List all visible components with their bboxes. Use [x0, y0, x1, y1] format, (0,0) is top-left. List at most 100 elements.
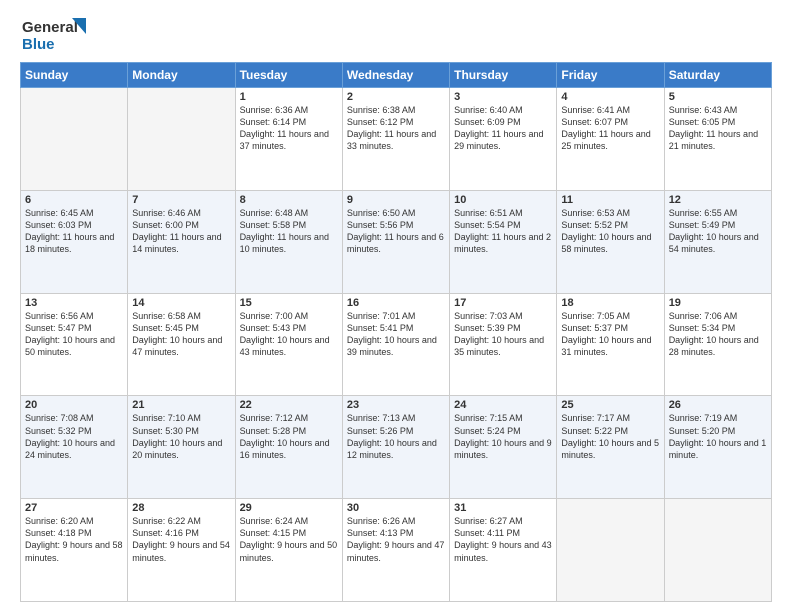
calendar-cell: 27Sunrise: 6:20 AM Sunset: 4:18 PM Dayli… — [21, 499, 128, 602]
calendar-cell — [664, 499, 771, 602]
calendar-cell — [128, 88, 235, 191]
day-number: 9 — [347, 194, 445, 206]
day-header-wednesday: Wednesday — [342, 63, 449, 88]
calendar-cell: 20Sunrise: 7:08 AM Sunset: 5:32 PM Dayli… — [21, 396, 128, 499]
logo-svg: GeneralBlue — [20, 16, 90, 54]
day-number: 27 — [25, 502, 123, 514]
day-content: Sunrise: 6:45 AM Sunset: 6:03 PM Dayligh… — [25, 207, 123, 256]
day-content: Sunrise: 7:15 AM Sunset: 5:24 PM Dayligh… — [454, 412, 552, 461]
svg-text:General: General — [22, 19, 78, 36]
day-number: 3 — [454, 91, 552, 103]
day-content: Sunrise: 7:19 AM Sunset: 5:20 PM Dayligh… — [669, 412, 767, 461]
calendar-cell: 21Sunrise: 7:10 AM Sunset: 5:30 PM Dayli… — [128, 396, 235, 499]
calendar-cell: 11Sunrise: 6:53 AM Sunset: 5:52 PM Dayli… — [557, 190, 664, 293]
calendar-cell: 25Sunrise: 7:17 AM Sunset: 5:22 PM Dayli… — [557, 396, 664, 499]
calendar-cell: 17Sunrise: 7:03 AM Sunset: 5:39 PM Dayli… — [450, 293, 557, 396]
calendar-cell: 15Sunrise: 7:00 AM Sunset: 5:43 PM Dayli… — [235, 293, 342, 396]
day-number: 18 — [561, 297, 659, 309]
day-number: 28 — [132, 502, 230, 514]
header: GeneralBlue — [20, 16, 772, 54]
day-content: Sunrise: 6:22 AM Sunset: 4:16 PM Dayligh… — [132, 515, 230, 564]
calendar-cell: 14Sunrise: 6:58 AM Sunset: 5:45 PM Dayli… — [128, 293, 235, 396]
calendar-cell: 18Sunrise: 7:05 AM Sunset: 5:37 PM Dayli… — [557, 293, 664, 396]
day-number: 29 — [240, 502, 338, 514]
week-row-4: 20Sunrise: 7:08 AM Sunset: 5:32 PM Dayli… — [21, 396, 772, 499]
day-content: Sunrise: 7:17 AM Sunset: 5:22 PM Dayligh… — [561, 412, 659, 461]
day-content: Sunrise: 7:12 AM Sunset: 5:28 PM Dayligh… — [240, 412, 338, 461]
calendar-cell: 28Sunrise: 6:22 AM Sunset: 4:16 PM Dayli… — [128, 499, 235, 602]
week-row-5: 27Sunrise: 6:20 AM Sunset: 4:18 PM Dayli… — [21, 499, 772, 602]
calendar-cell: 31Sunrise: 6:27 AM Sunset: 4:11 PM Dayli… — [450, 499, 557, 602]
day-number: 24 — [454, 399, 552, 411]
day-number: 21 — [132, 399, 230, 411]
week-row-1: 1Sunrise: 6:36 AM Sunset: 6:14 PM Daylig… — [21, 88, 772, 191]
day-number: 16 — [347, 297, 445, 309]
calendar-cell: 3Sunrise: 6:40 AM Sunset: 6:09 PM Daylig… — [450, 88, 557, 191]
day-header-saturday: Saturday — [664, 63, 771, 88]
calendar-cell: 6Sunrise: 6:45 AM Sunset: 6:03 PM Daylig… — [21, 190, 128, 293]
day-header-friday: Friday — [557, 63, 664, 88]
calendar-cell: 2Sunrise: 6:38 AM Sunset: 6:12 PM Daylig… — [342, 88, 449, 191]
calendar-cell: 16Sunrise: 7:01 AM Sunset: 5:41 PM Dayli… — [342, 293, 449, 396]
day-number: 25 — [561, 399, 659, 411]
day-number: 2 — [347, 91, 445, 103]
day-content: Sunrise: 6:27 AM Sunset: 4:11 PM Dayligh… — [454, 515, 552, 564]
calendar-cell: 19Sunrise: 7:06 AM Sunset: 5:34 PM Dayli… — [664, 293, 771, 396]
day-number: 31 — [454, 502, 552, 514]
day-content: Sunrise: 6:48 AM Sunset: 5:58 PM Dayligh… — [240, 207, 338, 256]
calendar-cell: 23Sunrise: 7:13 AM Sunset: 5:26 PM Dayli… — [342, 396, 449, 499]
day-content: Sunrise: 6:55 AM Sunset: 5:49 PM Dayligh… — [669, 207, 767, 256]
day-number: 30 — [347, 502, 445, 514]
day-content: Sunrise: 7:06 AM Sunset: 5:34 PM Dayligh… — [669, 310, 767, 359]
calendar-cell: 30Sunrise: 6:26 AM Sunset: 4:13 PM Dayli… — [342, 499, 449, 602]
day-header-thursday: Thursday — [450, 63, 557, 88]
day-number: 26 — [669, 399, 767, 411]
day-content: Sunrise: 6:24 AM Sunset: 4:15 PM Dayligh… — [240, 515, 338, 564]
day-header-tuesday: Tuesday — [235, 63, 342, 88]
day-content: Sunrise: 6:20 AM Sunset: 4:18 PM Dayligh… — [25, 515, 123, 564]
day-content: Sunrise: 7:00 AM Sunset: 5:43 PM Dayligh… — [240, 310, 338, 359]
day-content: Sunrise: 6:36 AM Sunset: 6:14 PM Dayligh… — [240, 104, 338, 153]
day-content: Sunrise: 6:51 AM Sunset: 5:54 PM Dayligh… — [454, 207, 552, 256]
day-number: 22 — [240, 399, 338, 411]
day-number: 6 — [25, 194, 123, 206]
day-header-sunday: Sunday — [21, 63, 128, 88]
calendar-cell: 1Sunrise: 6:36 AM Sunset: 6:14 PM Daylig… — [235, 88, 342, 191]
calendar-cell: 9Sunrise: 6:50 AM Sunset: 5:56 PM Daylig… — [342, 190, 449, 293]
day-number: 10 — [454, 194, 552, 206]
calendar-cell: 7Sunrise: 6:46 AM Sunset: 6:00 PM Daylig… — [128, 190, 235, 293]
day-number: 19 — [669, 297, 767, 309]
day-content: Sunrise: 7:03 AM Sunset: 5:39 PM Dayligh… — [454, 310, 552, 359]
calendar-table: SundayMondayTuesdayWednesdayThursdayFrid… — [20, 62, 772, 602]
calendar-cell: 24Sunrise: 7:15 AM Sunset: 5:24 PM Dayli… — [450, 396, 557, 499]
calendar-cell: 4Sunrise: 6:41 AM Sunset: 6:07 PM Daylig… — [557, 88, 664, 191]
day-content: Sunrise: 6:50 AM Sunset: 5:56 PM Dayligh… — [347, 207, 445, 256]
calendar-cell: 29Sunrise: 6:24 AM Sunset: 4:15 PM Dayli… — [235, 499, 342, 602]
day-header-monday: Monday — [128, 63, 235, 88]
day-content: Sunrise: 7:01 AM Sunset: 5:41 PM Dayligh… — [347, 310, 445, 359]
calendar-cell — [21, 88, 128, 191]
day-number: 15 — [240, 297, 338, 309]
days-header-row: SundayMondayTuesdayWednesdayThursdayFrid… — [21, 63, 772, 88]
page: GeneralBlue SundayMondayTuesdayWednesday… — [0, 0, 792, 612]
day-number: 20 — [25, 399, 123, 411]
day-content: Sunrise: 6:26 AM Sunset: 4:13 PM Dayligh… — [347, 515, 445, 564]
day-content: Sunrise: 6:43 AM Sunset: 6:05 PM Dayligh… — [669, 104, 767, 153]
day-number: 13 — [25, 297, 123, 309]
day-number: 1 — [240, 91, 338, 103]
day-number: 7 — [132, 194, 230, 206]
calendar-cell: 10Sunrise: 6:51 AM Sunset: 5:54 PM Dayli… — [450, 190, 557, 293]
day-number: 8 — [240, 194, 338, 206]
calendar-cell: 8Sunrise: 6:48 AM Sunset: 5:58 PM Daylig… — [235, 190, 342, 293]
day-number: 14 — [132, 297, 230, 309]
day-number: 23 — [347, 399, 445, 411]
day-number: 5 — [669, 91, 767, 103]
day-content: Sunrise: 6:58 AM Sunset: 5:45 PM Dayligh… — [132, 310, 230, 359]
day-number: 17 — [454, 297, 552, 309]
day-content: Sunrise: 7:10 AM Sunset: 5:30 PM Dayligh… — [132, 412, 230, 461]
week-row-3: 13Sunrise: 6:56 AM Sunset: 5:47 PM Dayli… — [21, 293, 772, 396]
calendar-cell — [557, 499, 664, 602]
calendar-cell: 12Sunrise: 6:55 AM Sunset: 5:49 PM Dayli… — [664, 190, 771, 293]
day-number: 4 — [561, 91, 659, 103]
day-content: Sunrise: 6:53 AM Sunset: 5:52 PM Dayligh… — [561, 207, 659, 256]
